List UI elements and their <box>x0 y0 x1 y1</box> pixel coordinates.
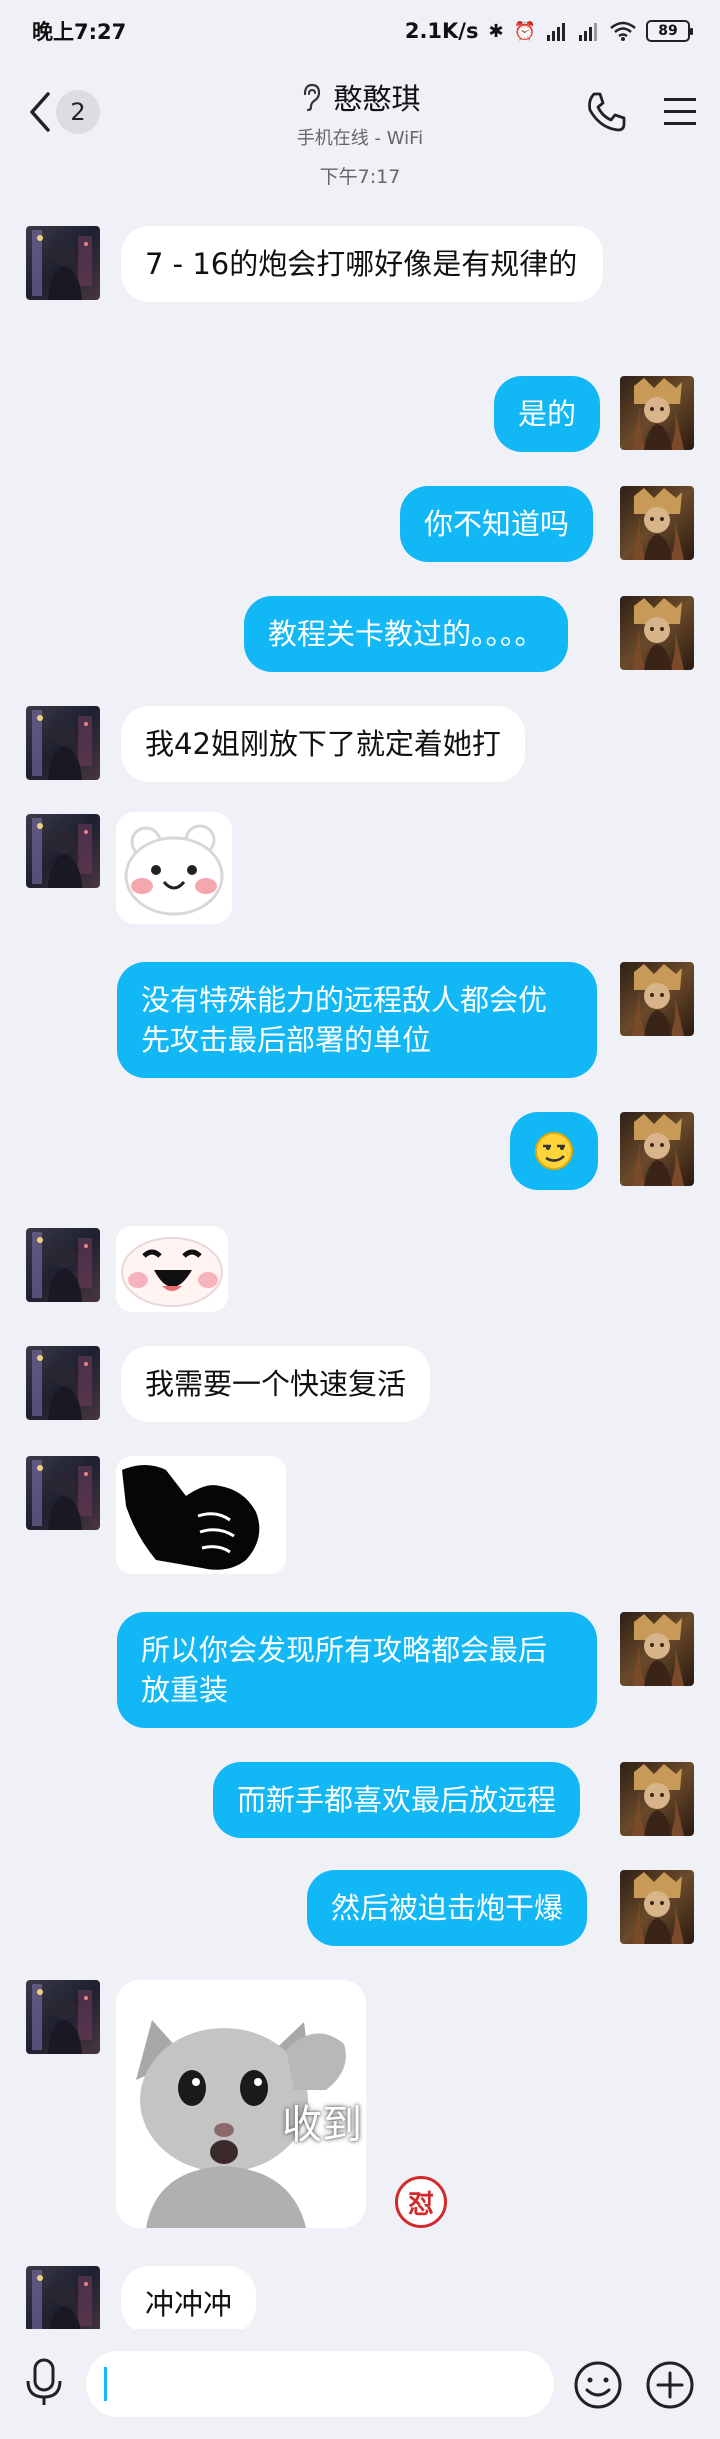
contact-avatar[interactable] <box>26 1456 100 1530</box>
message-bubble[interactable]: 7 - 16的炮会打哪好像是有规律的 <box>121 226 603 302</box>
message-bubble[interactable]: 冲冲冲 <box>121 2266 257 2334</box>
contact-avatar[interactable] <box>26 1980 100 2054</box>
contact-avatar[interactable] <box>26 226 100 300</box>
status-time: 晚上7:27 <box>32 20 127 44</box>
blushing-bear-sticker[interactable] <box>116 812 232 924</box>
emoji-icon[interactable] <box>572 2359 624 2411</box>
chat-title: 憨憨琪 <box>333 82 421 116</box>
battery-icon: 89 <box>646 20 693 42</box>
my-avatar[interactable] <box>620 1612 694 1686</box>
sticker-caption: 收到 <box>282 2102 362 2148</box>
contact-avatar[interactable] <box>26 1228 100 1302</box>
chat-header: 2 憨憨琪 手机在线 - WiFi <box>0 62 720 160</box>
message-bubble[interactable]: 而新手都喜欢最后放远程 <box>213 1762 581 1838</box>
message-bubble[interactable]: 我42姐刚放下了就定着她打 <box>121 706 525 782</box>
input-bar <box>0 2329 720 2439</box>
bluetooth-icon: ✱ <box>488 20 504 42</box>
my-avatar[interactable] <box>620 596 694 670</box>
my-avatar[interactable] <box>620 486 694 560</box>
message-bubble[interactable]: 没有特殊能力的远程敌人都会优先攻击最后部署的单位 <box>117 962 597 1078</box>
phone-icon[interactable] <box>584 90 628 134</box>
chat-subtitle: 手机在线 - WiFi <box>296 128 424 149</box>
emoji-bubble[interactable] <box>510 1112 598 1190</box>
contact-avatar[interactable] <box>26 706 100 780</box>
my-avatar[interactable] <box>620 962 694 1036</box>
plus-icon[interactable] <box>644 2359 696 2411</box>
chevron-left-icon <box>30 92 50 132</box>
network-speed: 2.1K/s <box>404 19 479 43</box>
ear-icon <box>304 83 321 112</box>
my-avatar[interactable] <box>620 1112 694 1186</box>
menu-icon[interactable] <box>662 92 698 132</box>
salute-cat-sticker[interactable]: 收到 <box>116 1980 366 2228</box>
my-avatar[interactable] <box>620 376 694 450</box>
unread-count-badge: 2 <box>56 90 100 134</box>
message-bubble[interactable]: 教程关卡教过的。。。。 <box>244 596 568 672</box>
message-bubble[interactable]: 是的 <box>494 376 601 452</box>
signal-icon-2 <box>579 23 597 41</box>
status-bar: 晚上7:27 2.1K/s ✱ ⏰ 89 <box>0 0 720 62</box>
text-caret <box>104 2367 107 2401</box>
status-indicators: 2.1K/s ✱ ⏰ 89 <box>404 19 693 43</box>
my-avatar[interactable] <box>620 1762 694 1836</box>
contact-avatar[interactable] <box>26 1346 100 1420</box>
contact-avatar[interactable] <box>26 814 100 888</box>
message-timestamp: 下午7:17 <box>319 166 401 188</box>
microphone-icon[interactable] <box>22 2357 66 2409</box>
signal-icon <box>547 23 565 41</box>
wifi-icon <box>610 21 636 41</box>
chat-title-area[interactable]: 憨憨琪 手机在线 - WiFi <box>160 76 560 150</box>
message-input[interactable] <box>86 2351 554 2417</box>
back-button[interactable]: 2 <box>26 86 106 138</box>
laughing-face-sticker[interactable] <box>116 1226 228 1312</box>
reaction-badge[interactable]: 怼 <box>395 2176 447 2228</box>
message-bubble[interactable]: 然后被迫击炮干爆 <box>307 1870 588 1946</box>
alarm-icon: ⏰ <box>513 20 536 42</box>
message-bubble[interactable]: 你不知道吗 <box>400 486 594 562</box>
smirk-emoji-icon <box>535 1132 573 1170</box>
thumbs-up-silhouette-sticker[interactable] <box>116 1456 286 1574</box>
message-bubble[interactable]: 所以你会发现所有攻略都会最后放重装 <box>117 1612 597 1728</box>
message-bubble[interactable]: 我需要一个快速复活 <box>121 1346 431 1422</box>
my-avatar[interactable] <box>620 1870 694 1944</box>
